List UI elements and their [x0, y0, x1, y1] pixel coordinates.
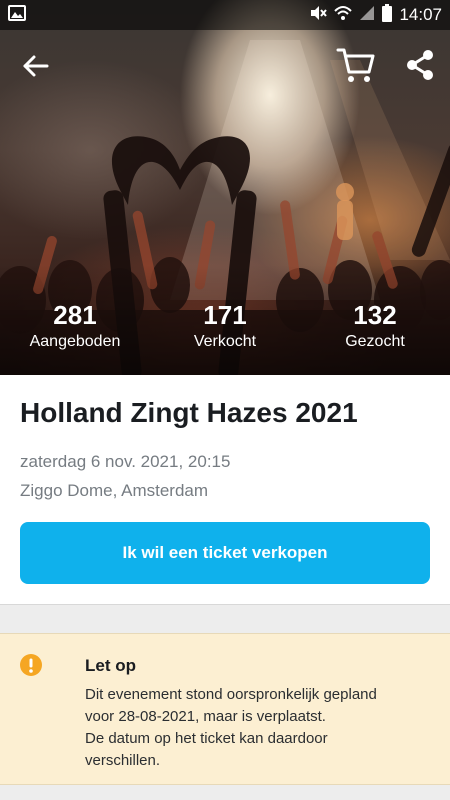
back-button[interactable]	[20, 50, 52, 82]
stat-offered-value: 281	[53, 300, 97, 330]
status-time: 14:07	[399, 5, 442, 24]
cart-button[interactable]	[336, 46, 376, 84]
event-venue[interactable]: Ziggo Dome, Amsterdam	[20, 481, 208, 501]
cart-icon	[336, 48, 375, 82]
postponed-notice: Let op Dit evenement stond oorspronkelij…	[0, 633, 450, 785]
notice-text: Dit evenement stond oorspronkelijk gepla…	[85, 684, 435, 772]
stat-wanted-label: Gezocht	[345, 333, 405, 350]
signal-icon	[359, 5, 375, 26]
stat-wanted[interactable]: 132 Gezocht	[310, 298, 440, 352]
stat-wanted-value: 132	[353, 300, 397, 330]
stat-sold-label: Verkocht	[193, 333, 257, 350]
ticket-stats: 281 Aangeboden 171 Verkocht 132 Gezocht	[0, 298, 450, 358]
stat-sold[interactable]: 171 Verkocht	[160, 298, 290, 352]
event-date: zaterdag 6 nov. 2021, 20:15	[20, 452, 231, 471]
share-icon	[407, 50, 433, 80]
wifi-icon	[334, 5, 353, 26]
stat-sold-value: 171	[203, 300, 247, 330]
alert-icon	[20, 654, 42, 676]
notice-line: Dit evenement stond oorspronkelijk gepla…	[85, 686, 377, 703]
battery-icon	[382, 3, 393, 27]
notice-line: De datum op het ticket kan daardoor	[85, 730, 328, 747]
image-icon	[8, 4, 26, 26]
sell-ticket-button[interactable]: Ik wil een ticket verkopen	[20, 522, 430, 584]
status-bar: 14:07	[0, 0, 450, 30]
arrow-left-icon	[23, 55, 49, 77]
event-info-card: Holland Zingt Hazes 2021 zaterdag 6 nov.…	[0, 375, 450, 605]
notice-line: voor 28-08-2021, maar is verplaatst.	[85, 708, 326, 725]
stat-offered-label: Aangeboden	[29, 333, 121, 350]
stat-offered[interactable]: 281 Aangeboden	[10, 298, 140, 352]
notice-line: verschillen.	[85, 752, 161, 769]
notice-title: Let op	[85, 656, 136, 675]
event-title: Holland Zingt Hazes 2021	[20, 397, 358, 428]
share-button[interactable]	[404, 48, 436, 82]
mute-icon	[309, 4, 328, 27]
